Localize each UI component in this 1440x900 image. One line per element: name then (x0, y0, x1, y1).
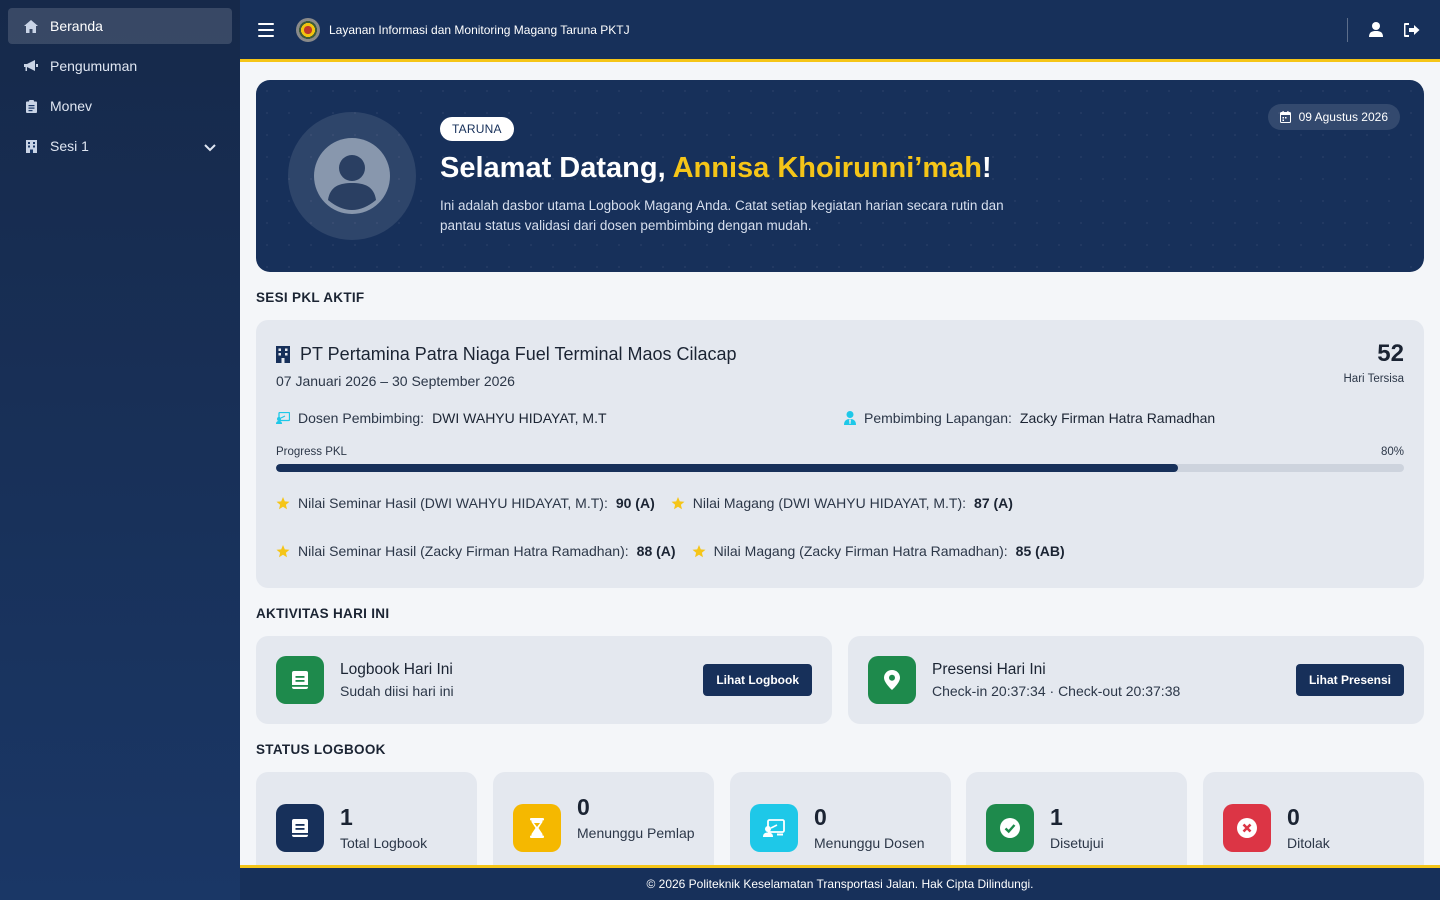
logbook-today-status: Sudah diisi hari ini (340, 683, 454, 699)
teacher-icon (276, 412, 290, 424)
sidebar-item-pengumuman[interactable]: Pengumuman (8, 48, 232, 84)
stat-label: Total Logbook (340, 835, 428, 851)
footer-copyright: © 2026 Politeknik Keselamatan Transporta… (646, 877, 1034, 891)
lapangan-name: Zacky Firman Hatra Ramadhan (1019, 410, 1216, 426)
section-title-status: STATUS LOGBOOK (256, 742, 386, 757)
stat-value: 1 (1050, 804, 1063, 830)
clipboard-icon (24, 99, 38, 113)
stat-disetujui: 1 Disetujui (966, 772, 1187, 865)
progress-bar (276, 464, 1404, 472)
grade-item: Nilai Seminar Hasil (DWI WAHYU HIDAYAT, … (276, 495, 655, 511)
avatar (288, 112, 416, 240)
sidebar-item-beranda[interactable]: Beranda (8, 8, 232, 44)
section-title-activity: AKTIVITAS HARI INI (256, 606, 390, 621)
stat-value: 0 (577, 794, 590, 820)
stat-label: Menunggu Dosen (814, 835, 925, 851)
sidebar-item-label: Monev (50, 98, 93, 114)
stat-ditolak: 0 Ditolak (1203, 772, 1424, 865)
date-badge: 09 Agustus 2026 (1267, 104, 1400, 130)
user-icon[interactable] (1368, 22, 1384, 38)
chevron-down-icon[interactable] (204, 139, 216, 155)
section-title-pkl: SESI PKL AKTIF (256, 290, 365, 305)
topbar-actions (1347, 0, 1440, 61)
x-circle-icon (1223, 804, 1271, 852)
topbar: Layanan Informasi dan Monitoring Magang … (240, 0, 1440, 62)
stat-label: Menunggu Pemlap (577, 825, 695, 841)
app-title: Layanan Informasi dan Monitoring Magang … (329, 22, 630, 37)
calendar-icon (1279, 111, 1291, 123)
sidebar: Beranda Pengumuman Monev Sesi 1 (0, 0, 240, 900)
star-icon (276, 544, 290, 557)
grade-item: Nilai Seminar Hasil (Zacky Firman Hatra … (276, 543, 676, 559)
footer: © 2026 Politeknik Keselamatan Transporta… (240, 865, 1440, 900)
sidebar-item-label: Sesi 1 (50, 138, 89, 154)
grades-row-dosen: Nilai Seminar Hasil (DWI WAHYU HIDAYAT, … (276, 495, 1029, 511)
check-circle-icon (986, 804, 1034, 852)
map-pin-icon (868, 656, 916, 704)
book-icon (276, 656, 324, 704)
building-icon (276, 346, 290, 363)
hamburger-menu-icon[interactable] (258, 22, 274, 37)
view-logbook-button[interactable]: Lihat Logbook (703, 664, 812, 696)
logout-icon[interactable] (1404, 22, 1420, 38)
sidebar-item-sesi-1[interactable]: Sesi 1 (8, 128, 232, 164)
star-icon (692, 544, 706, 557)
sidebar-item-label: Beranda (50, 18, 103, 34)
stat-label: Ditolak (1287, 835, 1330, 851)
progress-percent: 80% (1380, 446, 1404, 458)
grades-row-lapangan: Nilai Seminar Hasil (Zacky Firman Hatra … (276, 543, 1081, 559)
sidebar-item-label: Pengumuman (50, 58, 138, 74)
topbar-divider (1347, 17, 1348, 42)
stat-total-logbook: 1 Total Logbook (256, 772, 477, 865)
megaphone-icon (24, 59, 38, 73)
logbook-today-card: Logbook Hari Ini Sudah diisi hari ini Li… (256, 636, 832, 724)
presensi-today-times: Check-in 20:37:34 · Check-out 20:37:38 (932, 683, 1181, 699)
teacher-icon (750, 804, 798, 852)
stat-value: 1 (340, 804, 353, 830)
pktj-logo (296, 17, 320, 42)
building-icon (24, 139, 38, 153)
role-badge: TARUNA (440, 117, 514, 141)
view-presensi-button[interactable]: Lihat Presensi (1295, 664, 1404, 696)
company-name: PT Pertamina Patra Niaga Fuel Terminal M… (276, 344, 737, 365)
stat-value: 0 (1287, 804, 1300, 830)
logbook-today-title: Logbook Hari Ini (340, 661, 453, 678)
presensi-today-title: Presensi Hari Ini (932, 661, 1046, 678)
book-icon (276, 804, 324, 852)
stat-menunggu-pemlap: 0 Menunggu Pemlap (493, 772, 714, 865)
welcome-description: Ini adalah dasbor utama Logbook Magang A… (440, 198, 1004, 233)
sidebar-item-monev[interactable]: Monev (8, 88, 232, 124)
hourglass-icon (513, 804, 561, 852)
progress-label: Progress PKL (276, 446, 347, 458)
user-name: Annisa Khoirunni’mah (672, 152, 982, 184)
star-icon (671, 496, 685, 509)
stat-label: Disetujui (1050, 835, 1104, 851)
grade-item: Nilai Magang (Zacky Firman Hatra Ramadha… (692, 543, 1065, 559)
user-avatar-icon (314, 138, 390, 214)
pkl-session-card: PT Pertamina Patra Niaga Fuel Terminal M… (256, 320, 1424, 588)
days-left-label: Hari Tersisa (1343, 373, 1405, 385)
stat-value: 0 (814, 804, 827, 830)
grade-item: Nilai Magang (DWI WAHYU HIDAYAT, M.T): 87… (671, 495, 1013, 511)
star-icon (276, 496, 290, 509)
pkl-period: 07 Januari 2026 – 30 September 2026 (276, 373, 515, 389)
days-left-value: 52 (1377, 340, 1404, 367)
welcome-banner: TARUNA Selamat Datang, Annisa Khoirunni’… (256, 80, 1424, 272)
main-content: TARUNA Selamat Datang, Annisa Khoirunni’… (240, 65, 1440, 865)
welcome-title: Selamat Datang, Annisa Khoirunni’mah! (440, 152, 992, 184)
user-tie-icon (844, 411, 856, 425)
pembimbing-lapangan: Pembimbing Lapangan: Zacky Firman Hatra R… (844, 410, 1215, 426)
stat-menunggu-dosen: 0 Menunggu Dosen (730, 772, 951, 865)
progress-bar-fill (276, 464, 1179, 472)
dosen-pembimbing: Dosen Pembimbing: DWI WAHYU HIDAYAT, M.T (276, 410, 607, 426)
current-date: 09 Agustus 2026 (1298, 110, 1388, 124)
dosen-name: DWI WAHYU HIDAYAT, M.T (432, 410, 607, 426)
presensi-today-card: Presensi Hari Ini Check-in 20:37:34 · Ch… (848, 636, 1424, 724)
home-icon (24, 19, 38, 33)
